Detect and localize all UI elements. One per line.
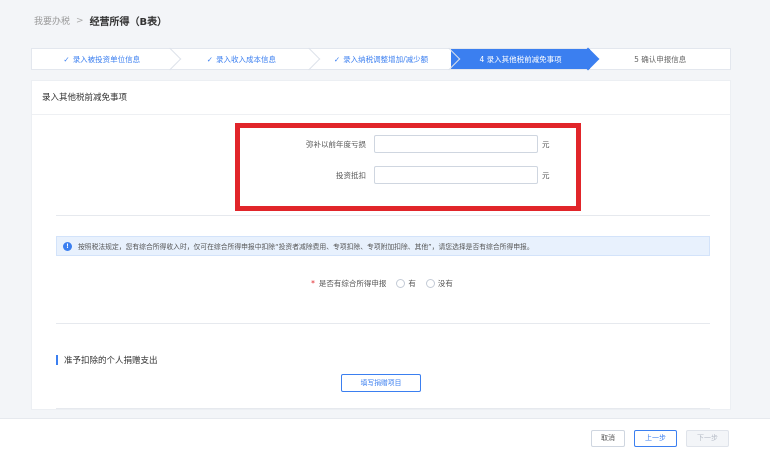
footer-bar: 取消 上一步 下一步 bbox=[0, 418, 770, 454]
fill-donation-button[interactable]: 填写捐赠项目 bbox=[341, 374, 421, 392]
notice-banner: ! 按照税法规定，您有综合所得收入时，仅可在综合所得申报中扣除“投资者减除费用、… bbox=[56, 236, 710, 256]
donation-title-text: 准予扣除的个人捐赠支出 bbox=[64, 356, 158, 366]
breadcrumb-separator: > bbox=[76, 15, 84, 26]
step-2-label: 录入收入成本信息 bbox=[216, 54, 277, 64]
step-3[interactable]: ✓ 录入纳税调整增加/减少额 bbox=[311, 47, 461, 71]
breadcrumb: 我要办税 > 经营所得（B表） bbox=[34, 13, 168, 29]
donation-section-title: 准予扣除的个人捐赠支出 bbox=[56, 354, 158, 366]
check-icon: ✓ bbox=[333, 54, 341, 64]
step-2[interactable]: ✓ 录入收入成本信息 bbox=[171, 47, 321, 71]
step-4-current: 4 录入其他税前减免事项 bbox=[450, 47, 600, 71]
divider bbox=[56, 215, 710, 216]
comprehensive-income-row: * 是否有综合所得申报 有 没有 bbox=[32, 278, 732, 289]
radio-no[interactable]: 没有 bbox=[425, 278, 453, 289]
comprehensive-label: 是否有综合所得申报 bbox=[318, 279, 387, 288]
check-icon: ✓ bbox=[206, 54, 214, 64]
step-5-label: 5 确认申报信息 bbox=[634, 54, 687, 64]
progress-steps: ✓ 录入被投资单位信息 ✓ 录入收入成本信息 ✓ 录入纳税调整增加/减少额 4 … bbox=[31, 47, 731, 71]
section-bar bbox=[56, 355, 58, 365]
next-step-button[interactable]: 下一步 bbox=[686, 430, 729, 447]
step-3-label: 录入纳税调整增加/减少额 bbox=[343, 54, 429, 64]
check-icon: ✓ bbox=[63, 54, 70, 64]
highlight-box bbox=[235, 123, 581, 211]
page-title: 经营所得（B表） bbox=[89, 17, 168, 28]
radio-yes[interactable]: 有 bbox=[396, 278, 416, 289]
step-1[interactable]: ✓ 录入被投资单位信息 bbox=[31, 47, 181, 71]
breadcrumb-root-link[interactable]: 我要办税 bbox=[34, 14, 70, 27]
notice-text: 按照税法规定，您有综合所得收入时，仅可在综合所得申报中扣除“投资者减除费用、专项… bbox=[78, 243, 534, 251]
radio-circle[interactable] bbox=[396, 279, 406, 288]
info-icon: ! bbox=[63, 241, 72, 251]
radio-no-label: 没有 bbox=[437, 279, 453, 288]
step-4-label: 4 录入其他税前减免事项 bbox=[479, 54, 562, 64]
divider bbox=[56, 323, 710, 324]
prev-step-button[interactable]: 上一步 bbox=[634, 430, 677, 447]
step-1-label: 录入被投资单位信息 bbox=[72, 54, 141, 64]
radio-circle[interactable] bbox=[425, 279, 435, 288]
step-5: 5 确认申报信息 bbox=[590, 48, 731, 70]
form-card: 录入其他税前减免事项 弥补以前年度亏损 元 投资抵扣 元 ! 按照税法规定，您有… bbox=[31, 80, 731, 410]
card-title: 录入其他税前减免事项 bbox=[32, 81, 730, 115]
cancel-button[interactable]: 取消 bbox=[591, 430, 625, 447]
divider bbox=[56, 408, 710, 409]
required-mark: * bbox=[311, 279, 315, 288]
radio-yes-label: 有 bbox=[408, 279, 416, 288]
